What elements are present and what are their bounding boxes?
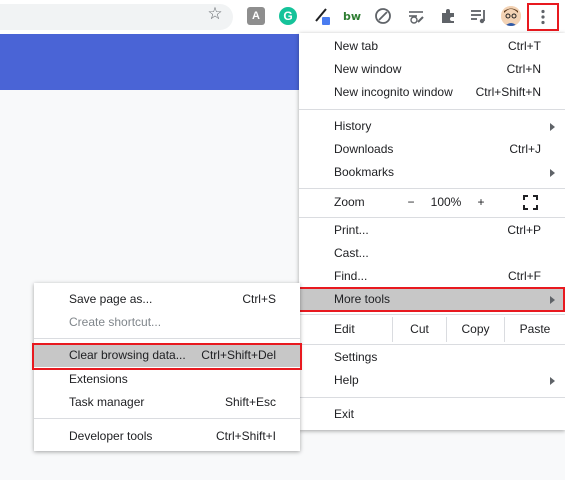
queue-music-icon[interactable] xyxy=(470,7,488,25)
menu-divider xyxy=(299,314,565,315)
bw-icon[interactable]: bw xyxy=(342,7,362,25)
menu-item-new-tab[interactable]: New tab Ctrl+T xyxy=(299,35,565,58)
menu-item-label: Exit xyxy=(334,407,355,421)
tools-icon[interactable] xyxy=(407,7,425,25)
menu-item-developer-tools[interactable]: Developer tools Ctrl+Shift+I xyxy=(34,425,300,448)
three-dot-menu-icon[interactable] xyxy=(527,3,559,31)
grammarly-icon[interactable]: G xyxy=(279,7,297,25)
menu-divider xyxy=(34,338,300,339)
menu-divider xyxy=(299,344,565,345)
menu-item-shortcut: Ctrl+N xyxy=(506,62,541,76)
zoom-level: 100% xyxy=(430,195,462,209)
menu-item-label: Downloads xyxy=(334,142,394,156)
menu-item-settings[interactable]: Settings xyxy=(299,346,565,369)
menu-item-label: History xyxy=(334,119,372,133)
menu-item-extensions[interactable]: Extensions xyxy=(34,368,300,391)
menu-divider xyxy=(299,188,565,189)
zoom-out-button[interactable]: − xyxy=(401,191,421,214)
menu-item-shortcut: Ctrl+S xyxy=(242,292,276,306)
menu-item-downloads[interactable]: Downloads Ctrl+J xyxy=(299,138,565,161)
menu-item-new-window[interactable]: New window Ctrl+N xyxy=(299,58,565,81)
menu-item-shortcut: Ctrl+J xyxy=(509,142,541,156)
eyedropper-icon[interactable] xyxy=(313,7,331,25)
paste-button[interactable]: Paste xyxy=(504,317,565,342)
menu-item-label: Help xyxy=(334,373,359,387)
copy-button[interactable]: Copy xyxy=(446,317,504,342)
puzzle-icon[interactable] xyxy=(439,7,457,25)
chevron-right-icon xyxy=(550,169,555,177)
chevron-right-icon xyxy=(550,377,555,385)
menu-item-save-page[interactable]: Save page as... Ctrl+S xyxy=(34,288,300,311)
menu-item-shortcut: Ctrl+F xyxy=(508,269,541,283)
menu-item-history[interactable]: History xyxy=(299,115,565,138)
menu-item-label: Clear browsing data... xyxy=(69,348,186,362)
menu-item-bookmarks[interactable]: Bookmarks xyxy=(299,161,565,184)
menu-item-clear-browsing-data[interactable]: Clear browsing data... Ctrl+Shift+Del xyxy=(34,344,300,367)
avatar[interactable] xyxy=(501,6,521,26)
menu-item-new-incognito-window[interactable]: New incognito window Ctrl+Shift+N xyxy=(299,81,565,104)
menu-item-label: Print... xyxy=(334,223,369,237)
menu-divider xyxy=(299,109,565,110)
menu-item-shortcut: Ctrl+Shift+I xyxy=(215,429,276,443)
menu-item-help[interactable]: Help xyxy=(299,369,565,392)
zoom-label: Zoom xyxy=(334,195,365,209)
menu-divider xyxy=(299,217,565,218)
fullscreen-icon[interactable] xyxy=(523,195,538,210)
menu-item-create-shortcut: Create shortcut... xyxy=(34,311,300,334)
menu-item-label: Create shortcut... xyxy=(69,315,162,329)
menu-item-label: Save page as... xyxy=(69,292,153,306)
chevron-right-icon xyxy=(550,296,555,304)
menu-item-label: Find... xyxy=(334,269,368,283)
address-bar[interactable] xyxy=(0,4,233,30)
chrome-main-menu: New tab Ctrl+T New window Ctrl+N New inc… xyxy=(299,33,565,430)
menu-item-label: New incognito window xyxy=(334,85,453,99)
menu-item-more-tools[interactable]: More tools xyxy=(299,288,565,311)
menu-item-label: Extensions xyxy=(69,372,128,386)
menu-item-shortcut: Ctrl+Shift+N xyxy=(475,85,541,99)
menu-item-label: Settings xyxy=(334,350,378,364)
edit-label: Edit xyxy=(334,322,355,336)
menu-item-label: Cast... xyxy=(334,246,369,260)
menu-item-exit[interactable]: Exit xyxy=(299,403,565,426)
menu-item-shortcut: Ctrl+Shift+Del xyxy=(201,348,276,362)
menu-item-label: Developer tools xyxy=(69,429,153,443)
more-tools-submenu: Save page as... Ctrl+S Create shortcut..… xyxy=(34,283,300,451)
menu-item-label: Bookmarks xyxy=(334,165,395,179)
menu-divider xyxy=(34,418,300,419)
menu-item-shortcut: Shift+Esc xyxy=(224,395,276,409)
blocker-icon[interactable] xyxy=(374,7,392,25)
menu-item-find[interactable]: Find... Ctrl+F xyxy=(299,265,565,288)
chevron-right-icon xyxy=(550,123,555,131)
pdf-extension-icon[interactable]: A xyxy=(247,7,265,25)
menu-item-label: Task manager xyxy=(69,395,145,409)
browser-toolbar: ☆ A G bw xyxy=(0,0,565,34)
star-icon[interactable]: ☆ xyxy=(206,5,224,23)
zoom-in-button[interactable]: + xyxy=(471,191,491,214)
menu-item-label: More tools xyxy=(334,292,391,306)
menu-divider xyxy=(299,397,565,398)
cut-button[interactable]: Cut xyxy=(392,317,446,342)
menu-item-print[interactable]: Print... Ctrl+P xyxy=(299,219,565,242)
menu-item-cast[interactable]: Cast... xyxy=(299,242,565,265)
menu-item-shortcut: Ctrl+T xyxy=(508,39,541,53)
page-banner xyxy=(0,34,305,90)
menu-item-label: New tab xyxy=(334,39,379,53)
menu-item-label: New window xyxy=(334,62,402,76)
menu-item-task-manager[interactable]: Task manager Shift+Esc xyxy=(34,391,300,414)
menu-item-shortcut: Ctrl+P xyxy=(507,223,541,237)
zoom-row: Zoom − 100% + xyxy=(299,191,565,214)
edit-row: Edit Cut Copy Paste xyxy=(299,317,565,342)
